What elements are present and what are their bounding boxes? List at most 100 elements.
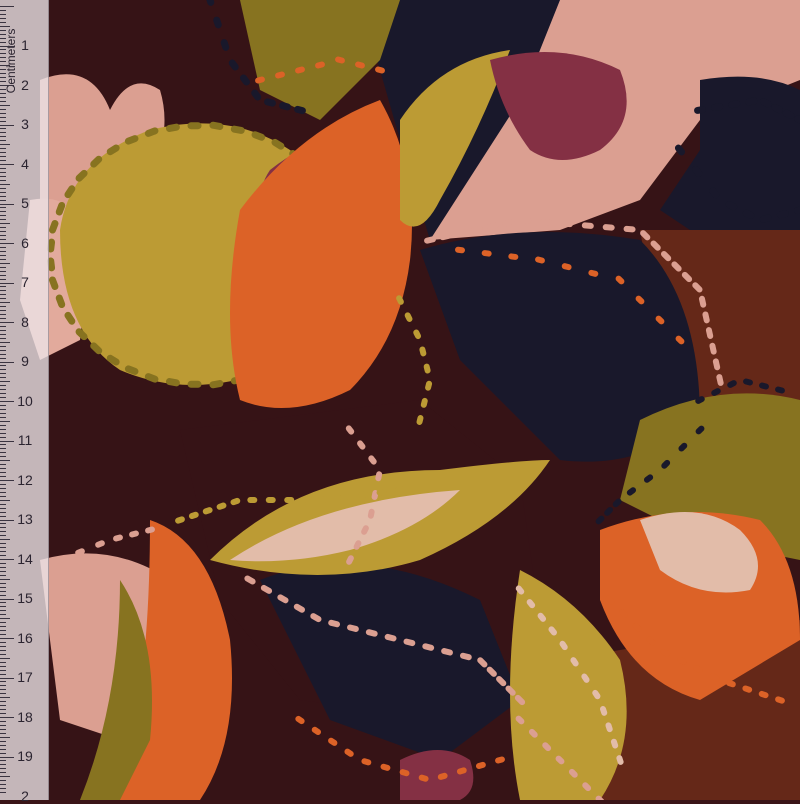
ruler-tick xyxy=(0,452,6,454)
ruler-tick xyxy=(0,345,6,347)
ruler-tick xyxy=(0,519,14,521)
ruler-tick xyxy=(0,645,6,647)
ruler-tick xyxy=(0,523,6,525)
ruler-tick xyxy=(0,705,6,707)
ruler-tick xyxy=(0,175,6,177)
ruler-tick xyxy=(0,460,10,462)
ruler-tick xyxy=(0,527,6,529)
ruler-tick xyxy=(0,108,6,110)
ruler-unit-label: Centimeters xyxy=(4,28,18,94)
ruler-tick xyxy=(0,685,6,687)
ruler-tick xyxy=(0,416,6,418)
ruler-cm-label: 12 xyxy=(17,471,33,488)
ruler-tick xyxy=(0,472,6,474)
ruler-tick xyxy=(0,772,6,774)
ruler-tick xyxy=(0,290,6,292)
ruler-tick xyxy=(0,274,6,276)
ruler-tick xyxy=(0,740,6,742)
ruler-tick xyxy=(0,487,6,489)
ruler-tick xyxy=(0,760,6,762)
ruler-tick xyxy=(0,681,6,683)
fabric-print xyxy=(0,0,800,800)
ruler-tick xyxy=(0,258,6,260)
ruler-tick xyxy=(0,128,6,130)
ruler-tick xyxy=(0,85,14,86)
ruler-tick xyxy=(0,148,6,150)
ruler-tick xyxy=(0,325,6,327)
ruler-tick xyxy=(0,152,6,154)
ruler-tick xyxy=(0,278,6,280)
ruler-cm-label: 5 xyxy=(21,195,29,211)
ruler-cm-label: 7 xyxy=(21,274,29,290)
measuring-ruler: Centimeters 1 2 3 4 5 6 7 8 9 10 11 12 13 14 15 16 17 18 1… xyxy=(0,0,49,803)
ruler-tick xyxy=(0,649,6,651)
ruler-tick xyxy=(0,29,6,31)
ruler-tick xyxy=(0,333,6,335)
ruler-tick xyxy=(0,49,6,51)
ruler-tick xyxy=(0,776,10,778)
ruler-tick xyxy=(0,717,14,718)
ruler-tick xyxy=(0,246,6,248)
ruler-tick xyxy=(0,6,14,7)
ruler-tick xyxy=(0,495,6,497)
ruler-tick xyxy=(0,606,6,608)
ruler-tick xyxy=(0,13,6,15)
ruler-tick xyxy=(0,744,6,746)
ruler-tick xyxy=(0,618,10,620)
ruler-tick xyxy=(0,254,6,256)
ruler-tick xyxy=(0,211,6,213)
ruler-tick xyxy=(0,566,6,568)
ruler-tick xyxy=(0,112,6,114)
ruler-tick xyxy=(0,171,6,173)
ruler-tick xyxy=(0,373,6,375)
ruler-tick xyxy=(0,468,6,470)
ruler-tick xyxy=(0,81,6,83)
ruler-tick xyxy=(0,187,6,189)
ruler-tick xyxy=(0,634,6,636)
ruler-tick xyxy=(0,183,10,185)
ruler-tick xyxy=(0,531,6,533)
ruler-cm-label: 13 xyxy=(17,511,33,527)
ruler-tick xyxy=(0,365,6,367)
ruler-tick xyxy=(0,780,6,782)
ruler-tick xyxy=(0,456,6,458)
ruler-tick xyxy=(0,88,6,90)
ruler-tick xyxy=(0,653,6,655)
ruler-tick xyxy=(0,314,6,316)
ruler-tick xyxy=(0,424,6,426)
ruler-tick xyxy=(0,720,6,722)
ruler-cm-label: 3 xyxy=(21,116,29,132)
ruler-tick xyxy=(0,444,6,446)
ruler-tick xyxy=(0,539,10,541)
ruler-tick xyxy=(0,638,14,639)
ruler-tick xyxy=(0,511,6,513)
ruler-tick xyxy=(0,77,6,79)
ruler-cm-label: 18 xyxy=(17,708,33,725)
ruler-tick xyxy=(0,420,10,422)
ruler-tick xyxy=(0,408,6,410)
ruler-tick xyxy=(0,752,6,754)
ruler-tick xyxy=(0,53,6,55)
ruler-tick xyxy=(0,207,6,209)
ruler-tick xyxy=(0,551,6,553)
ruler-tick xyxy=(0,630,6,632)
ruler-cm-label: 16 xyxy=(17,629,33,646)
ruler-tick xyxy=(0,598,14,600)
ruler-tick xyxy=(0,389,6,391)
ruler-tick xyxy=(0,697,10,699)
ruler-tick xyxy=(0,728,6,730)
ruler-tick xyxy=(0,73,6,75)
ruler-tick xyxy=(0,262,10,264)
ruler-tick xyxy=(0,665,6,667)
ruler-tick xyxy=(0,404,6,406)
ruler-tick xyxy=(0,590,6,592)
ruler-tick xyxy=(0,476,6,478)
ruler-tick xyxy=(0,203,14,205)
ruler-tick xyxy=(0,219,6,221)
ruler-tick xyxy=(0,764,6,766)
ruler-tick xyxy=(0,622,6,624)
ruler-tick xyxy=(0,555,6,557)
ruler-tick xyxy=(0,302,10,304)
ruler-tick xyxy=(0,614,6,616)
ruler-tick xyxy=(0,432,6,434)
